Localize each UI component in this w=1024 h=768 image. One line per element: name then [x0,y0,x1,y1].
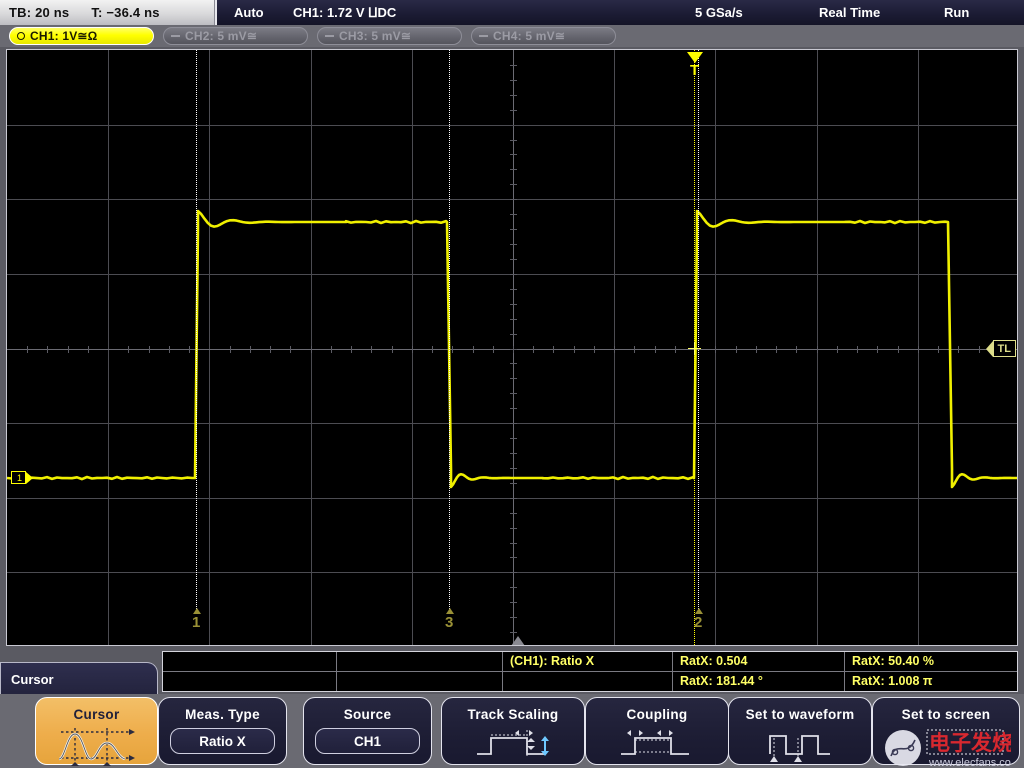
waveform-polyline [7,211,1018,487]
svg-text:www.elecfans.com: www.elecfans.com [928,757,1011,768]
channel-button-ch1[interactable]: CH1: 1V≅Ω [9,27,154,45]
softkey-bar: Cursor Meas. Type Ratio X Source CH1 Track S… [0,694,1024,768]
oscilloscope-screen: TB: 20 ns T: −36.4 ns Auto CH1: 1.72 V ⨿… [0,0,1024,768]
channel-ground-marker[interactable]: 1 [11,471,33,484]
softkey-meas-type[interactable]: Meas. Type Ratio X [158,697,287,765]
trigger-level-marker[interactable]: TL [986,340,1016,357]
trigger-marker-label: T [690,63,699,78]
dash-icon [171,35,180,37]
softkey-value[interactable]: Ratio X [170,728,274,754]
dash-icon [325,35,334,37]
softkey-cursor[interactable]: Cursor [35,697,158,765]
softkey-value[interactable]: CH1 [315,728,419,754]
cursor-label-3: 3 [445,614,453,631]
measurement-cell[interactable]: RatX: 0.504 [673,652,845,672]
channel-label-ch2: CH2: 5 mV≅ [185,29,257,43]
status-bar: TB: 20 ns T: −36.4 ns Auto CH1: 1.72 V ⨿… [0,0,1024,25]
channel-button-ch4[interactable]: CH4: 5 mV≅ [471,27,616,45]
measurement-cell[interactable]: RatX: 1.008 π [845,672,1017,692]
trigger-level-diamond-icon[interactable] [688,342,701,355]
menu-tab-label: Cursor [11,672,54,687]
acquisition-panel: Auto CH1: 1.72 V ⨿DC 5 GSa/s Real Time R… [215,0,1024,25]
ch1-trace [7,50,1018,646]
trigger-mode-label[interactable]: Auto [234,5,264,20]
menu-tab-cursor[interactable]: Cursor [0,662,158,696]
measurement-cell[interactable]: RatX: 50.40 % [845,652,1017,672]
channel-label-ch4: CH4: 5 mV≅ [493,29,565,43]
softkey-set-to-waveform[interactable]: Set to waveform [728,697,872,765]
cursor-line-3[interactable] [449,50,450,611]
softkey-label: Source [344,707,392,722]
trigger-level-label: TL [993,340,1016,357]
softkey-label: Cursor [73,707,119,722]
channel-button-ch2[interactable]: CH2: 5 mV≅ [163,27,308,45]
measurement-cell[interactable] [337,652,503,672]
ground-marker-label: 1 [11,471,26,484]
measurement-table[interactable]: (CH1): Ratio XRatX: 0.504RatX: 50.40 %Ra… [162,651,1018,692]
channel-button-row: CH1: 1V≅Ω CH2: 5 mV≅ CH3: 5 mV≅ CH4: 5 m… [0,25,1024,47]
svg-text:电子发烧友: 电子发烧友 [929,731,1011,755]
sample-rate-label: 5 GSa/s [695,5,743,20]
channel-button-ch3[interactable]: CH3: 5 mV≅ [317,27,462,45]
softkey-label: Set to screen [902,707,991,722]
channel-label-ch3: CH3: 5 mV≅ [339,29,411,43]
set-waveform-icon [752,726,848,767]
waveform-display[interactable]: 1 3 2 T 1 TL [6,49,1018,646]
cursor-line-1[interactable] [196,50,197,611]
cursor-wave-icon [49,726,145,768]
dash-icon [479,35,488,37]
trigger-level-tip-icon [986,341,993,357]
measurement-cell[interactable] [163,652,337,672]
cursor-line-2[interactable] [698,50,699,611]
softkey-label: Set to waveform [746,707,855,722]
cursor-label-2: 2 [694,614,702,631]
trigger-source-label[interactable]: CH1: 1.72 V ⨿DC [293,5,396,21]
measurement-cell[interactable] [337,672,503,692]
acquisition-mode-label: Real Time [819,5,880,20]
timebase-value: TB: 20 ns [9,5,69,20]
softkey-set-to-screen[interactable]: Set to screen 电子发烧友 www.elecfans.com [872,697,1020,765]
measurement-cell[interactable]: RatX: 181.44 ° [673,672,845,692]
coupling-icon [609,726,705,767]
circle-icon [17,32,25,40]
channel-label-ch1: CH1: 1V≅Ω [30,29,98,43]
run-state-label[interactable]: Run [944,5,969,20]
softkey-coupling[interactable]: Coupling [585,697,729,765]
softkey-label: Track Scaling [468,707,559,722]
measurement-cell[interactable]: (CH1): Ratio X [503,652,673,672]
softkey-source[interactable]: Source CH1 [303,697,432,765]
set-screen-icon: 电子发烧友 www.elecfans.com [881,726,1011,768]
softkey-track-scaling[interactable]: Track Scaling [441,697,585,765]
softkey-label: Coupling [627,707,688,722]
horizontal-reference-icon[interactable] [511,636,525,646]
track-scaling-icon [465,726,561,767]
softkey-label: Meas. Type [185,707,260,722]
measurement-cell[interactable] [503,672,673,692]
trigger-position-value: T: −36.4 ns [91,5,159,20]
measurement-cell[interactable] [163,672,337,692]
cursor-label-1: 1 [192,614,200,631]
ground-marker-tip-icon [26,472,33,484]
timebase-panel[interactable]: TB: 20 ns T: −36.4 ns [0,0,215,25]
